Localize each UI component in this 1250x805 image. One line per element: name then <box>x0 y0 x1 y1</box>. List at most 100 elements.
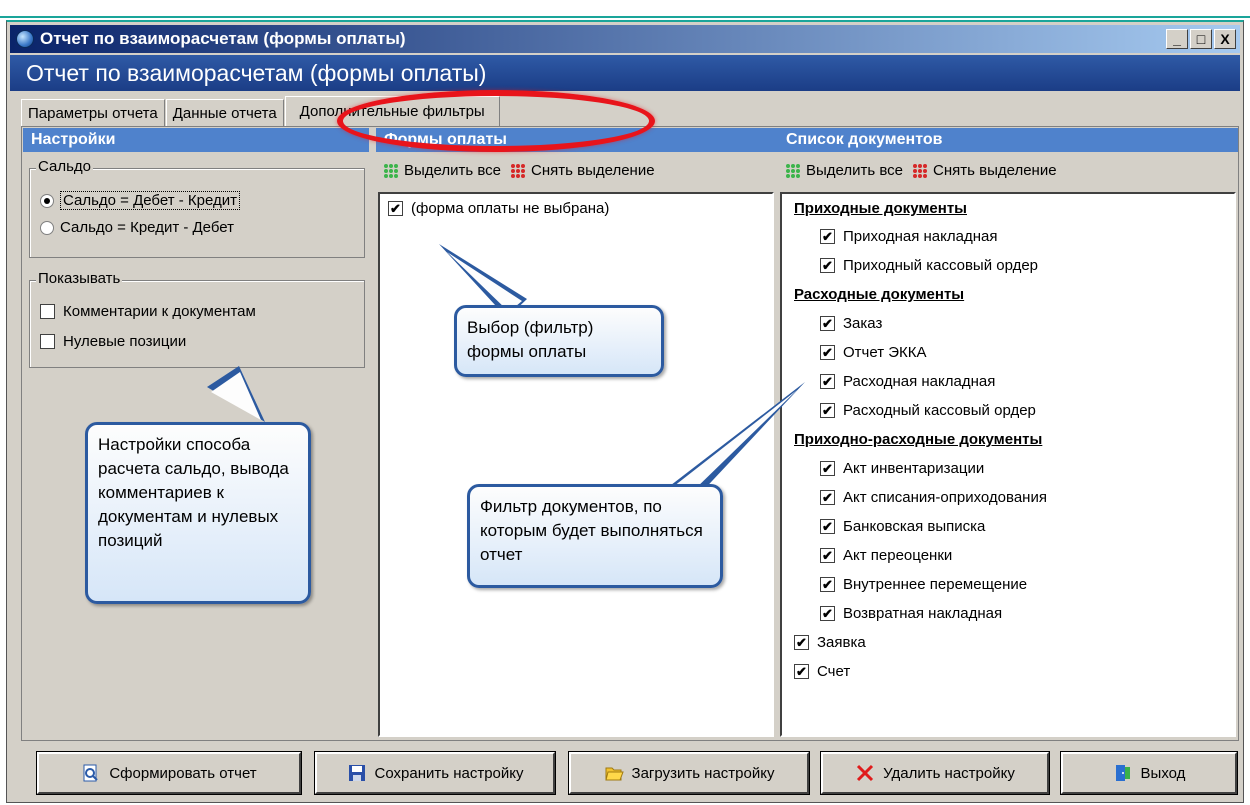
show-legend: Показывать <box>36 270 123 287</box>
open-folder-icon <box>604 767 624 781</box>
list-item[interactable]: ✔ Заявка <box>794 634 866 651</box>
radio-label: Сальдо = Дебет - Кредит <box>60 191 240 210</box>
documents-panel: Список документов Выделить все Снять выд… <box>778 128 1238 739</box>
app-globe-icon <box>16 30 34 48</box>
item-label: (форма оплаты не выбрана) <box>411 200 610 217</box>
checkbox-checked[interactable]: ✔ <box>820 519 835 534</box>
docs-deselect-button[interactable]: Снять выделение <box>913 162 1057 179</box>
item-label: Банковская выписка <box>843 518 986 535</box>
bottom-toolbar: Сформировать отчет Сохранить настройку З… <box>21 744 1239 800</box>
list-item[interactable]: ✔ Банковская выписка <box>820 518 985 535</box>
item-label: Акт переоценки <box>843 547 953 564</box>
item-label: Внутреннее перемещение <box>843 576 1028 593</box>
checkbox-checked[interactable]: ✔ <box>820 374 835 389</box>
list-item[interactable]: ✔ Приходная накладная <box>820 228 997 245</box>
item-label: Заявка <box>817 634 866 651</box>
checkbox-checked[interactable]: ✔ <box>820 548 835 563</box>
saldo-group: Сальдо Сальдо = Дебет - Кредит Сальдо = … <box>29 158 365 258</box>
radio-unselected[interactable] <box>40 220 54 235</box>
list-item[interactable]: ✔ Отчет ЭККА <box>820 344 927 361</box>
item-label: Счет <box>817 663 851 680</box>
show-group: Показывать Комментарии к документам Нуле… <box>29 270 365 368</box>
saldo-option-debit-credit[interactable]: Сальдо = Дебет - Кредит <box>40 191 240 210</box>
deselect-label: Снять выделение <box>933 162 1057 179</box>
documents-list[interactable]: Приходные документы ✔ Приходная накладная… <box>780 192 1236 737</box>
list-item[interactable]: ✔ Внутреннее перемещение <box>820 576 1027 593</box>
list-item[interactable]: ✔ Возвратная накладная <box>820 605 1002 622</box>
select-all-label: Выделить все <box>806 162 904 179</box>
list-item[interactable]: ✔ Акт списания-оприходования <box>820 489 1047 506</box>
save-icon <box>348 765 365 781</box>
item-label: Приходный кассовый ордер <box>843 257 1039 274</box>
checkbox-checked[interactable]: ✔ <box>794 635 809 650</box>
list-item[interactable]: ✔ Расходный кассовый ордер <box>820 402 1036 419</box>
list-item[interactable]: ✔ Приходный кассовый ордер <box>820 257 1038 274</box>
item-label: Акт списания-оприходования <box>843 489 1047 506</box>
radio-selected[interactable] <box>40 193 54 208</box>
button-label: Сформировать отчет <box>109 764 257 782</box>
checkbox-unchecked[interactable] <box>40 334 55 349</box>
close-button[interactable]: X <box>1214 29 1236 49</box>
list-item[interactable]: ✔ Расходная накладная <box>820 373 995 390</box>
checkbox-checked[interactable]: ✔ <box>820 258 835 273</box>
checkbox-checked[interactable]: ✔ <box>820 316 835 331</box>
list-item[interactable]: ✔ Счет <box>794 663 850 680</box>
list-item[interactable]: ✔ Акт переоценки <box>820 547 952 564</box>
button-label: Удалить настройку <box>883 764 1015 782</box>
maximize-button[interactable]: □ <box>1190 29 1212 49</box>
tab-report-params[interactable]: Параметры отчета <box>21 99 165 126</box>
select-all-label: Выделить все <box>404 162 502 179</box>
item-label: Приходная накладная <box>843 228 998 245</box>
header-title: Отчет по взаиморасчетам (формы оплаты) <box>26 59 487 86</box>
checkbox-checked[interactable]: ✔ <box>388 201 403 216</box>
list-item[interactable]: ✔ (форма оплаты не выбрана) <box>388 200 609 217</box>
checkbox-checked[interactable]: ✔ <box>820 229 835 244</box>
generate-report-button[interactable]: Сформировать отчет <box>36 751 302 795</box>
payment-forms-panel: Формы оплаты Выделить все Снять выделени… <box>376 128 778 739</box>
list-item[interactable]: ✔ Заказ <box>820 315 882 332</box>
title-bar[interactable]: Отчет по взаиморасчетам (формы оплаты) _… <box>10 25 1240 53</box>
payment-select-all-button[interactable]: Выделить все <box>384 162 501 179</box>
payment-select-bar: Выделить все Снять выделение <box>384 162 655 179</box>
button-label: Выход <box>1140 764 1186 782</box>
group-outgoing: Расходные документы <box>794 286 965 303</box>
minimize-button[interactable]: _ <box>1166 29 1188 49</box>
payment-callout: Выбор (фильтр) формы оплаты <box>454 305 664 377</box>
load-settings-button[interactable]: Загрузить настройку <box>568 751 810 795</box>
documents-header: Список документов <box>778 128 1238 152</box>
delete-settings-button[interactable]: Удалить настройку <box>820 751 1050 795</box>
item-label: Акт инвентаризации <box>843 460 985 477</box>
checkbox-label: Нулевые позиции <box>63 333 187 350</box>
item-label: Отчет ЭККА <box>843 344 927 361</box>
list-item[interactable]: ✔ Акт инвентаризации <box>820 460 984 477</box>
saldo-option-credit-debit[interactable]: Сальдо = Кредит - Дебет <box>40 219 234 236</box>
item-label: Расходный кассовый ордер <box>843 402 1036 419</box>
payment-forms-list[interactable]: ✔ (форма оплаты не выбрана) <box>378 192 774 737</box>
checkbox-checked[interactable]: ✔ <box>820 490 835 505</box>
exit-button[interactable]: Выход <box>1060 751 1238 795</box>
show-comments-checkbox[interactable]: Комментарии к документам <box>40 303 256 320</box>
top-strip <box>0 0 1250 18</box>
tab-additional-filters[interactable]: Дополнительные фильтры <box>284 96 500 126</box>
save-settings-button[interactable]: Сохранить настройку <box>314 751 556 795</box>
checkbox-unchecked[interactable] <box>40 304 55 319</box>
checkbox-checked[interactable]: ✔ <box>820 461 835 476</box>
checkbox-checked[interactable]: ✔ <box>820 606 835 621</box>
delete-x-icon <box>857 764 874 782</box>
select-all-icon <box>786 163 800 178</box>
docs-select-all-button[interactable]: Выделить все <box>786 162 903 179</box>
checkbox-checked[interactable]: ✔ <box>820 345 835 360</box>
checkbox-checked[interactable]: ✔ <box>820 577 835 592</box>
settings-callout: Настройки способа расчета сальдо, вывода… <box>85 422 311 604</box>
tab-report-data[interactable]: Данные отчета <box>165 99 284 126</box>
show-zero-positions-checkbox[interactable]: Нулевые позиции <box>40 333 186 350</box>
deselect-label: Снять выделение <box>531 162 655 179</box>
report-icon <box>83 764 99 782</box>
select-all-icon <box>384 163 398 178</box>
tab-strip: Параметры отчета Данные отчета Дополните… <box>21 96 501 126</box>
button-label: Сохранить настройку <box>374 764 524 782</box>
report-header: Отчет по взаиморасчетам (формы оплаты) <box>10 55 1240 91</box>
payment-deselect-button[interactable]: Снять выделение <box>511 162 655 179</box>
checkbox-checked[interactable]: ✔ <box>820 403 835 418</box>
checkbox-checked[interactable]: ✔ <box>794 664 809 679</box>
